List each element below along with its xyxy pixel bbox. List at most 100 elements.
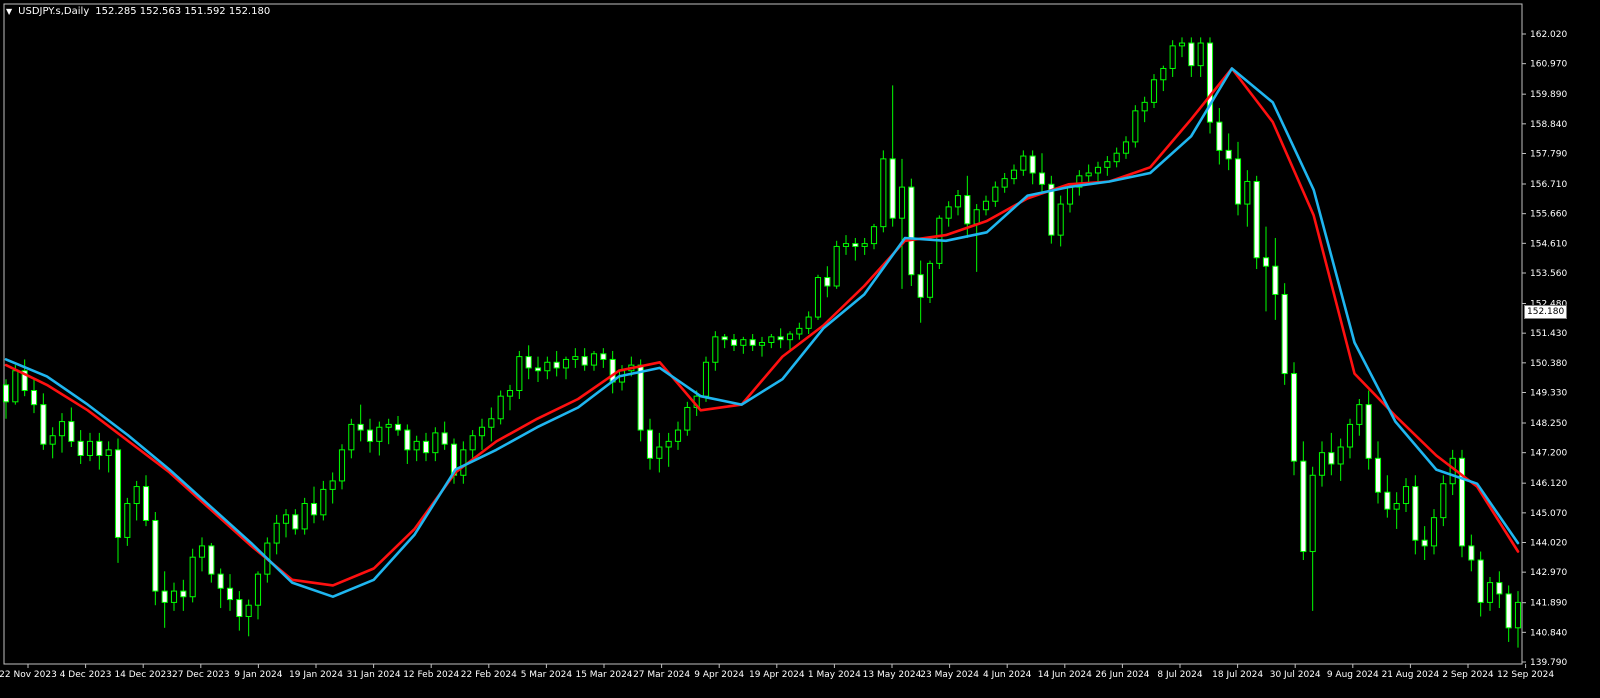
candle-body	[833, 245, 840, 287]
candle-body	[1281, 293, 1288, 375]
candle-body	[105, 449, 112, 456]
candle-body	[1197, 42, 1204, 67]
current-price-tag: 152.180	[1524, 304, 1568, 319]
candle-body	[814, 277, 822, 318]
candle-body	[824, 277, 831, 287]
candle-body	[590, 353, 598, 366]
x-tick-label: 2 Sep 2024	[1442, 670, 1494, 680]
candle-body	[553, 361, 560, 369]
chart-window: 162.020 160.970 159.890 158.840 157.790 156.7…	[0, 0, 1600, 698]
candle-body	[973, 209, 980, 225]
candle-body	[898, 186, 906, 219]
candle-body	[684, 406, 691, 431]
candle-body	[870, 226, 878, 245]
candle-body	[133, 486, 140, 505]
candle-body	[1300, 460, 1307, 553]
candle-body	[394, 423, 402, 431]
candle-body	[329, 480, 336, 490]
candle-body	[768, 336, 775, 343]
candle-body	[68, 421, 75, 442]
y-tick-label: 160.970	[1530, 60, 1567, 70]
candle-body	[366, 429, 374, 442]
candle-body	[1290, 373, 1298, 462]
candle-body	[805, 316, 812, 329]
candle-body	[348, 423, 355, 451]
candle-body	[665, 440, 672, 448]
x-tick-label: 30 Jul 2024	[1270, 670, 1321, 680]
candle-body	[1113, 152, 1120, 163]
candle-body	[114, 449, 122, 538]
candle-body	[30, 390, 38, 406]
y-tick-label: 147.200	[1530, 449, 1567, 459]
candle-body	[1085, 172, 1092, 177]
candle-body	[1132, 110, 1139, 143]
candle-body	[422, 440, 430, 454]
candle-body	[208, 545, 215, 575]
candle-body	[572, 356, 579, 360]
candle-body	[786, 333, 794, 341]
candle-body	[152, 519, 159, 592]
candle-body	[1066, 186, 1074, 205]
candle-body	[142, 486, 150, 521]
candle-body	[1477, 559, 1484, 603]
candle-body	[852, 243, 859, 247]
candle-body	[236, 599, 243, 618]
candle-body	[600, 353, 607, 360]
candle-body	[637, 364, 644, 431]
candle-body	[1468, 545, 1475, 561]
x-tick-label: 21 Aug 2024	[1382, 670, 1440, 680]
candle-body	[1272, 265, 1279, 295]
candle-body	[1309, 474, 1316, 553]
x-tick-label: 27 Dec 2023	[172, 670, 230, 680]
candle-body	[581, 356, 588, 366]
candle-body	[301, 503, 308, 530]
candle-body	[2, 384, 10, 403]
candle-body	[245, 604, 252, 618]
candle-body	[1440, 483, 1447, 519]
x-tick-label: 15 Mar 2024	[575, 670, 632, 680]
candle-body	[385, 423, 392, 428]
candle-body	[180, 590, 187, 598]
candle-body	[273, 522, 280, 544]
candle-body	[198, 545, 206, 558]
x-tick-label: 9 Apr 2024	[694, 670, 744, 680]
candle-body	[730, 339, 738, 346]
x-tick-label: 5 Mar 2024	[521, 670, 573, 680]
candle-body	[469, 435, 476, 451]
candle-body	[49, 435, 56, 445]
candle-body	[170, 590, 178, 603]
candle-body	[1234, 158, 1242, 205]
x-tick-label: 19 Apr 2024	[749, 670, 805, 680]
candle-body	[1402, 486, 1410, 505]
x-tick-label: 19 Jan 2024	[289, 670, 343, 680]
y-tick-label: 157.790	[1530, 149, 1567, 159]
candle-body	[1253, 180, 1260, 259]
candle-body	[1356, 404, 1363, 425]
candlestick-chart: 162.020 160.970 159.890 158.840 157.790 156.7…	[0, 3, 1567, 680]
candle-body	[1262, 257, 1270, 267]
x-tick-label: 9 Jan 2024	[234, 670, 282, 680]
candle-body	[1514, 601, 1522, 629]
candle-body	[86, 440, 94, 456]
dropdown-triangle-icon[interactable]: ▼	[6, 7, 12, 16]
candle-body	[161, 590, 168, 603]
candle-body	[1188, 42, 1195, 67]
candle-body	[712, 336, 719, 363]
candle-body	[926, 262, 934, 298]
candle-body	[1150, 79, 1158, 103]
x-tick-label: 1 May 2024	[808, 670, 861, 680]
ohlc-label: 152.285 152.563 151.592 152.180	[95, 6, 271, 17]
x-tick-label: 4 Jun 2024	[983, 670, 1032, 680]
candle-body	[404, 429, 411, 451]
x-tick-label: 8 Jul 2024	[1157, 670, 1202, 680]
candle-body	[1458, 457, 1466, 547]
candle-body	[1057, 203, 1064, 236]
candle-body	[1328, 452, 1335, 465]
y-tick-label: 148.250	[1530, 419, 1567, 429]
candle-body	[721, 336, 728, 341]
candle-body	[1020, 155, 1027, 171]
candle-body	[525, 356, 532, 369]
candle-body	[1094, 166, 1102, 174]
candle-body	[189, 556, 196, 598]
candle-body	[1010, 169, 1018, 180]
